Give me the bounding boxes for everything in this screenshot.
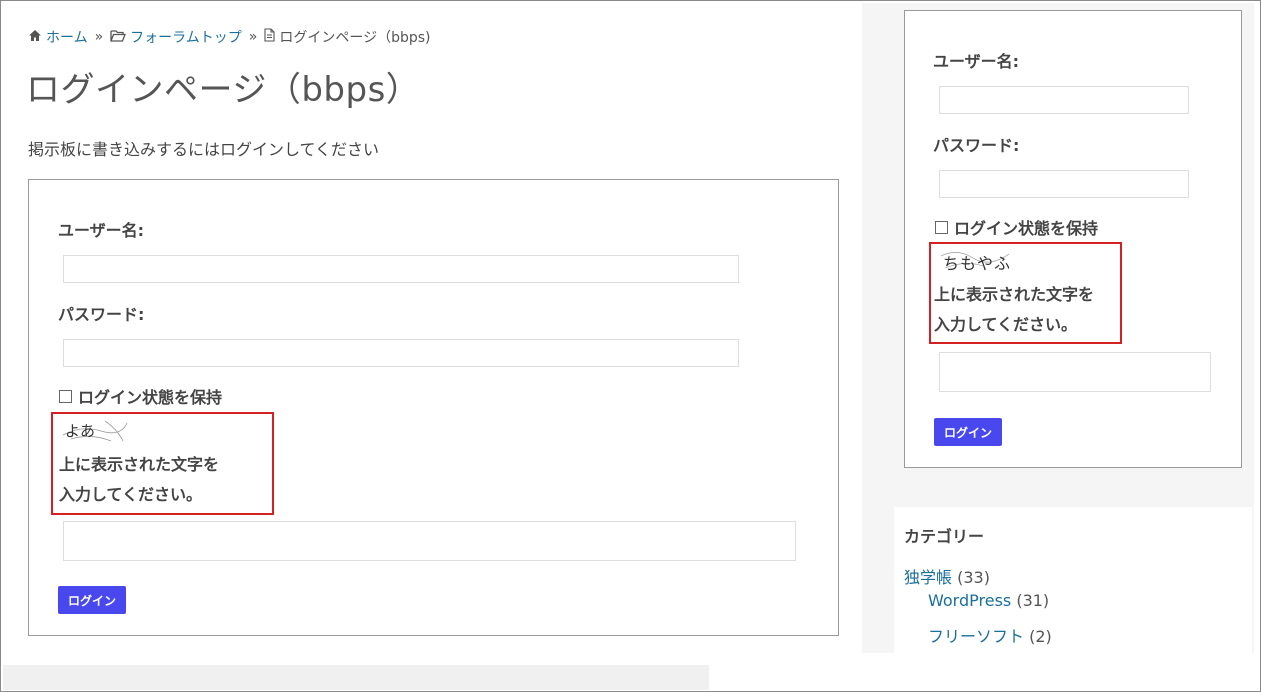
category-item: WordPress (31) bbox=[928, 591, 1049, 610]
sidebar-password-input[interactable] bbox=[939, 170, 1189, 198]
sidebar-captcha-image-text: ちもやふ bbox=[943, 254, 1012, 273]
footer-strip bbox=[3, 665, 523, 690]
breadcrumb-current: ログインページ（bbps) bbox=[279, 30, 431, 46]
breadcrumb-separator: » bbox=[94, 29, 104, 45]
captcha-highlight: よあ 上に表示された文字を 入力してください。 bbox=[51, 412, 274, 515]
sidebar-captcha-image: ちもやふ bbox=[939, 246, 1010, 273]
remember-label[interactable]: ログイン状態を保持 bbox=[78, 384, 222, 408]
category-count: (2) bbox=[1029, 627, 1052, 646]
category-title: カテゴリー bbox=[904, 527, 985, 546]
category-link[interactable]: フリーソフト bbox=[928, 627, 1024, 646]
page-title: ログインページ（bbps） bbox=[26, 70, 421, 110]
sidebar-captcha-prompt-line1: 上に表示された文字を bbox=[934, 285, 1095, 304]
sidebar-remember-checkbox[interactable] bbox=[935, 220, 948, 234]
captcha-image-text: よあ bbox=[65, 422, 96, 440]
sidebar-captcha-highlight: ちもやふ 上に表示された文字を 入力してください。 bbox=[929, 242, 1122, 344]
document-icon bbox=[264, 28, 275, 46]
sidebar-captcha-input[interactable] bbox=[939, 352, 1211, 392]
password-input[interactable] bbox=[63, 339, 739, 367]
page-intro: 掲示板に書き込みするにはログインしてください bbox=[28, 140, 380, 159]
breadcrumb-home-link[interactable]: ホーム bbox=[46, 27, 88, 47]
sidebar-remember-label[interactable]: ログイン状態を保持 bbox=[954, 215, 1098, 239]
category-count: (33) bbox=[957, 568, 990, 587]
captcha-input[interactable] bbox=[63, 521, 796, 561]
username-input[interactable] bbox=[63, 255, 739, 283]
sidebar-login-form: ユーザー名: パスワード: ログイン状態を保持 ちもやふ 上に表示された文字を … bbox=[904, 10, 1242, 468]
username-label: ユーザー名: bbox=[58, 221, 145, 240]
category-item: フリーソフト (2) bbox=[928, 623, 1052, 647]
breadcrumb-forum-link[interactable]: フォーラムトップ bbox=[130, 27, 242, 47]
sidebar-username-label: ユーザー名: bbox=[933, 52, 1020, 71]
breadcrumb-separator: » bbox=[248, 29, 258, 45]
login-form: ユーザー名: パスワード: ログイン状態を保持 よあ 上に表示された文字を 入力… bbox=[28, 179, 839, 636]
category-link[interactable]: 独学帳 bbox=[904, 568, 952, 587]
home-icon bbox=[28, 29, 42, 46]
sidebar-captcha-prompt-line2: 入力してください。 bbox=[934, 315, 1078, 334]
sidebar-remember-row: ログイン状態を保持 bbox=[935, 215, 1098, 239]
sidebar-username-input[interactable] bbox=[939, 86, 1189, 114]
category-link[interactable]: WordPress bbox=[928, 591, 1011, 610]
captcha-prompt-line1: 上に表示された文字を bbox=[59, 455, 220, 474]
category-item: 独学帳 (33) bbox=[904, 564, 990, 588]
captcha-prompt-line2: 入力してください。 bbox=[59, 485, 203, 504]
folder-open-icon bbox=[110, 29, 127, 46]
category-count: (31) bbox=[1016, 591, 1050, 610]
captcha-image: よあ bbox=[61, 417, 128, 442]
sidebar-password-label: パスワード: bbox=[933, 136, 1020, 155]
remember-row: ログイン状態を保持 bbox=[59, 384, 222, 408]
login-button[interactable]: ログイン bbox=[58, 586, 126, 614]
sidebar-login-button[interactable]: ログイン bbox=[934, 418, 1002, 446]
password-label: パスワード: bbox=[58, 305, 145, 324]
remember-checkbox[interactable] bbox=[59, 389, 72, 403]
breadcrumb: ホーム » フォーラムトップ » ログインページ（bbps) bbox=[28, 27, 430, 47]
